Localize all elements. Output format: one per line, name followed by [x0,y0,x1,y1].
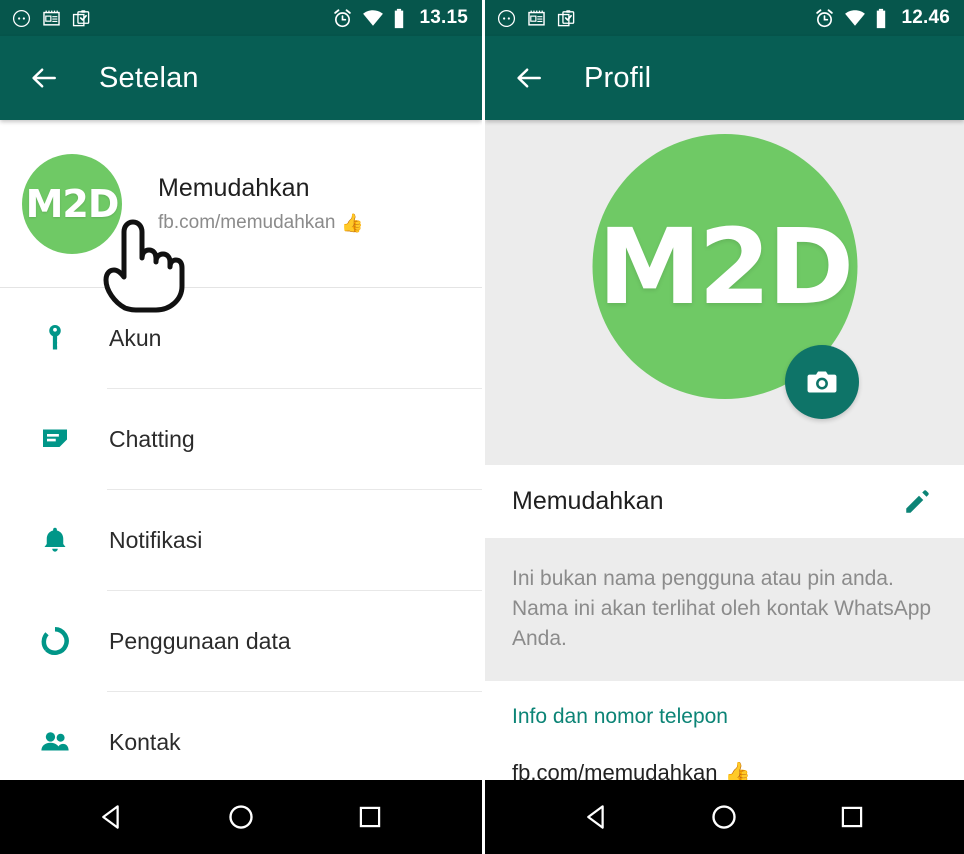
wifi-icon [363,10,384,26]
arrow-back-icon [517,68,541,88]
profile-status-text: fb.com/memudahkan [158,211,336,233]
nav-recents-icon [359,806,380,828]
camera-icon [807,371,837,393]
page-title: Profil [584,61,652,94]
nav-home-icon [712,805,737,829]
sidebar-item-notifikasi[interactable]: Notifikasi [0,490,482,590]
calendar-news-icon [43,10,60,26]
clipboard-check-icon [72,9,90,26]
change-photo-button[interactable] [785,345,859,419]
chat-bubble-icon [36,424,74,454]
status-bar-left-icons [497,9,576,28]
dnd-dots-icon [497,9,516,27]
nav-home-icon [229,805,253,829]
page-title: Setelan [99,61,199,94]
pencil-edit-icon [906,489,929,513]
left-app-bar: Setelan [0,36,482,120]
right-phone-screen: 12.46 Profil M2D Memudahkan Ini bukan na… [482,0,964,854]
right-android-nav-bar [485,780,964,854]
thumbs-up-emoji: 👍 [341,212,364,233]
nav-home-button[interactable] [214,790,268,844]
nav-recents-button[interactable] [343,790,397,844]
right-app-bar: Profil [485,36,964,120]
alarm-icon [816,8,834,27]
sidebar-item-label: Notifikasi [109,526,203,553]
left-status-bar: 13.15 [0,0,482,36]
about-section-label[interactable]: Info dan nomor telepon [512,705,937,729]
key-icon [36,323,74,353]
back-button[interactable] [507,56,551,100]
profile-summary-row[interactable]: M2D Memudahkan fb.com/memudahkan 👍 [0,120,482,287]
right-status-bar: 12.46 [485,0,964,36]
contacts-icon [36,726,74,758]
avatar-text: M2D [25,181,120,226]
profile-name: Memudahkan [158,173,310,202]
sidebar-item-label: Kontak [109,728,181,755]
nav-back-icon [102,805,120,829]
status-bar-right-icons: 12.46 [814,7,950,29]
sidebar-item-chatting[interactable]: Chatting [0,389,482,489]
about-block: Info dan nomor telepon fb.com/memudahkan… [485,681,964,787]
nav-back-icon [586,805,604,829]
back-button[interactable] [22,56,66,100]
status-bar-left-icons [12,9,91,28]
wifi-icon [845,10,866,26]
sidebar-item-penggunaan-data[interactable]: Penggunaan data [0,591,482,691]
nav-back-button[interactable] [85,790,139,844]
nav-recents-button[interactable] [825,790,879,844]
sidebar-item-label: Akun [109,324,162,351]
nav-back-button[interactable] [570,790,624,844]
bell-icon [36,525,74,555]
avatar-text: M2D [597,205,854,328]
sidebar-item-label: Chatting [109,425,195,452]
sidebar-item-akun[interactable]: Akun [0,288,482,388]
left-status-time: 13.15 [419,7,468,28]
left-phone-screen: 13.15 Setelan M2D Memudahkan fb.com/memu… [0,0,482,854]
avatar[interactable]: M2D [22,153,122,254]
profile-name: Memudahkan [512,487,664,515]
sidebar-item-kontak[interactable]: Kontak [0,692,482,792]
left-android-nav-bar [0,780,482,854]
nav-recents-icon [841,806,863,828]
name-hint-text: Ini bukan nama pengguna atau pin anda. N… [512,567,932,650]
status-bar-right-icons: 13.15 [332,7,468,29]
battery-icon [877,8,886,28]
profile-text-block: Memudahkan fb.com/memudahkan 👍 [158,174,364,234]
nav-home-button[interactable] [697,790,751,844]
calendar-news-icon [528,10,545,26]
name-hint-block: Ini bukan nama pengguna atau pin anda. N… [485,538,964,682]
sidebar-item-label: Penggunaan data [109,627,291,654]
clipboard-check-icon [557,9,575,26]
dnd-dots-icon [12,9,31,27]
data-usage-icon [36,626,74,656]
edit-name-button[interactable] [896,481,938,523]
arrow-back-icon [32,68,56,88]
alarm-icon [334,8,352,27]
dual-screenshot-composite: 13.15 Setelan M2D Memudahkan fb.com/memu… [0,0,964,854]
right-status-time: 12.46 [901,7,950,28]
profile-photo-area: M2D [485,120,964,465]
battery-icon [395,8,404,28]
profile-name-row: Memudahkan [485,465,964,538]
profile-status-line: fb.com/memudahkan 👍 [158,212,364,234]
